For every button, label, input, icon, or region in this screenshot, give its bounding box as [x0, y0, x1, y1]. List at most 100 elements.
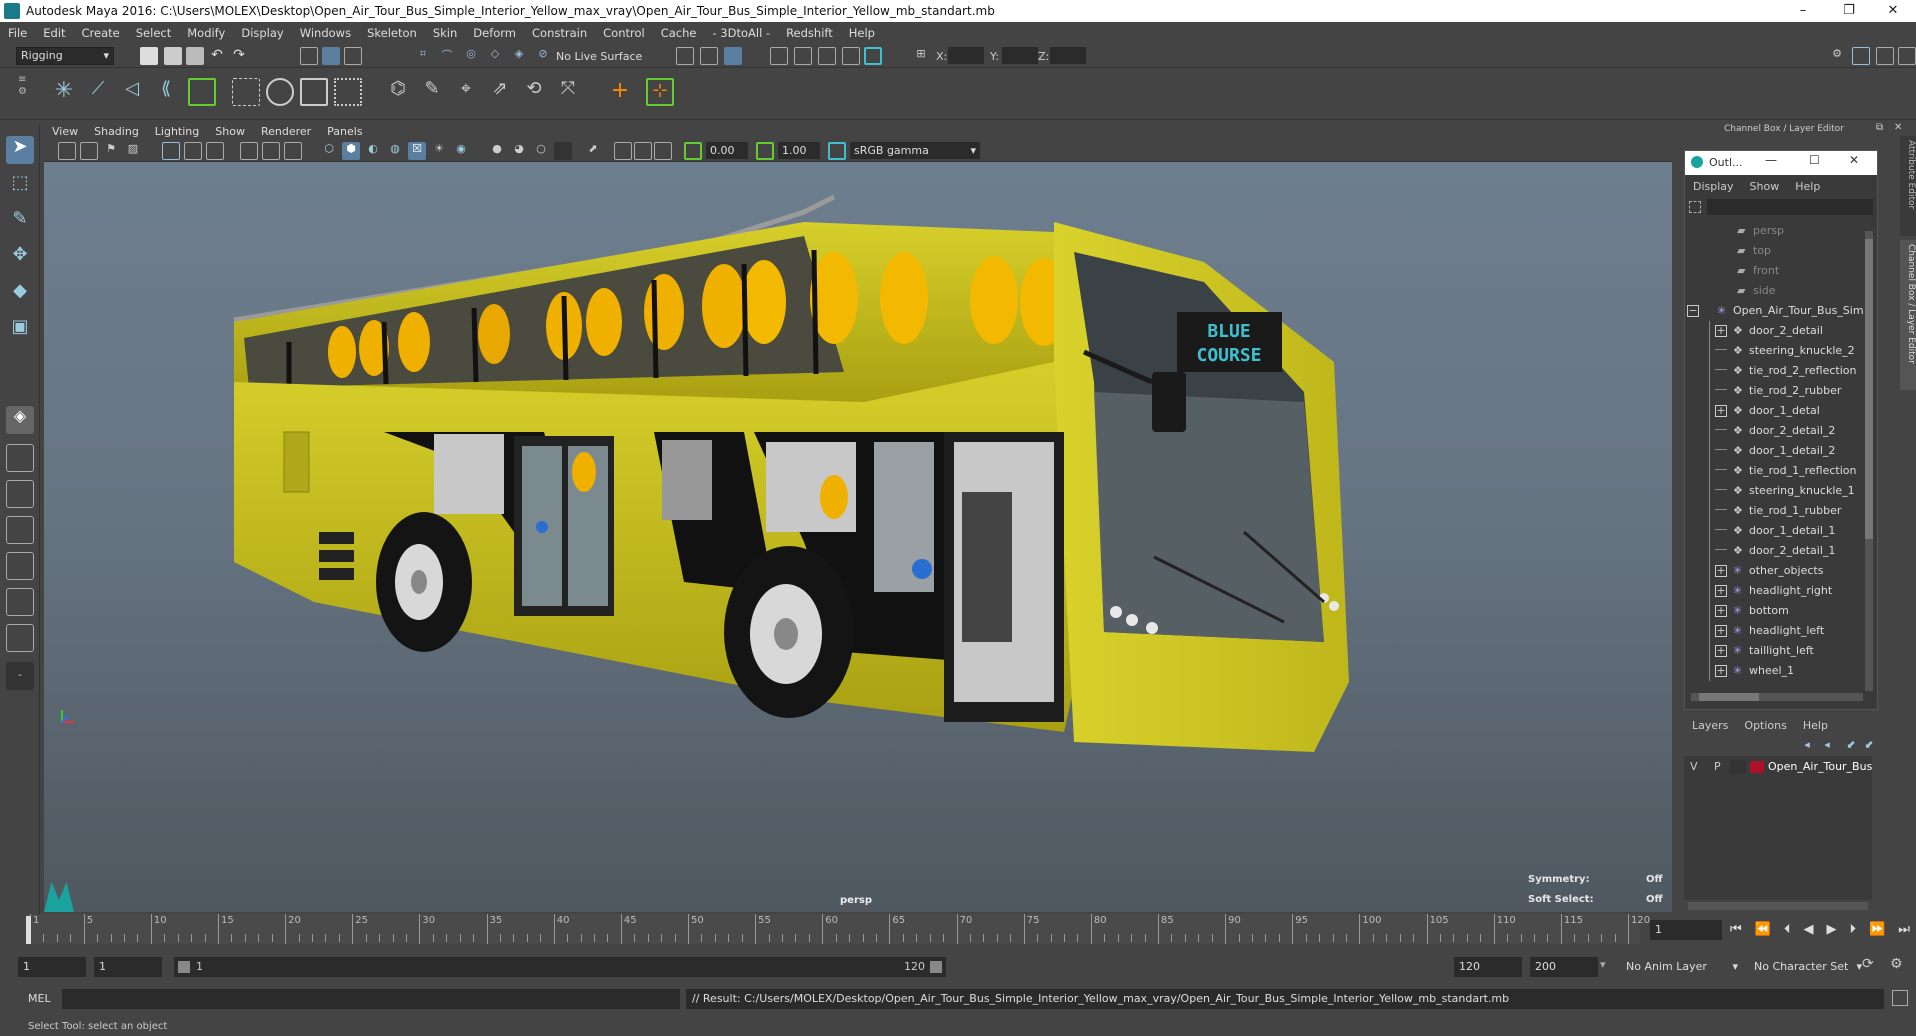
- select-tool-icon[interactable]: ➤: [6, 136, 34, 164]
- outliner-item[interactable]: + ✳ taillight_left: [1685, 641, 1863, 661]
- depth-of-field-icon[interactable]: ○: [532, 142, 550, 160]
- orient-constraint-icon[interactable]: ⟲: [520, 78, 548, 106]
- layer-row[interactable]: V P Open_Air_Tour_Bus_Si: [1684, 758, 1872, 776]
- snap-grid-icon[interactable]: ⌗: [414, 47, 432, 65]
- viewport-menu-view[interactable]: View: [44, 125, 86, 138]
- new-layer-selected-icon[interactable]: ⬋: [1862, 738, 1876, 752]
- outliner-item[interactable]: ❖ steering_knuckle_1: [1685, 481, 1863, 501]
- modeling-toolkit-icon[interactable]: ⚙: [1828, 47, 1846, 65]
- lattice-icon[interactable]: [266, 78, 294, 106]
- smooth-shade-icon[interactable]: ⬢: [342, 142, 360, 160]
- cluster-icon[interactable]: [232, 78, 260, 106]
- auto-key-icon[interactable]: ⟳: [1862, 956, 1874, 972]
- paint-select-icon[interactable]: ✎: [6, 208, 34, 236]
- outliner-item[interactable]: ❖ tie_rod_1_rubber: [1685, 501, 1863, 521]
- step-back-frame-icon[interactable]: ⏴: [1784, 922, 1791, 940]
- outliner-scroll-thumb[interactable]: [1865, 239, 1873, 539]
- chevron-down-icon[interactable]: ▾: [1600, 958, 1606, 971]
- save-scene-icon[interactable]: [186, 47, 204, 65]
- menu-windows[interactable]: Windows: [292, 26, 359, 40]
- current-time-indicator[interactable]: [26, 916, 31, 944]
- render-setup-icon[interactable]: [864, 47, 882, 65]
- play-forward-icon[interactable]: ▶: [1827, 922, 1837, 940]
- channel-box-toggle-icon[interactable]: [1898, 47, 1916, 65]
- layer-type-toggle[interactable]: [1730, 760, 1746, 774]
- rotate-tool-icon[interactable]: ◆: [6, 280, 34, 308]
- ipr-render-icon[interactable]: [794, 47, 812, 65]
- expand-icon[interactable]: +: [1715, 645, 1727, 657]
- custom-layout-icon[interactable]: [6, 624, 34, 652]
- outliner-menu-display[interactable]: Display: [1685, 180, 1742, 193]
- point-constraint-icon[interactable]: ⌖: [452, 78, 480, 106]
- hypershade-layout-icon[interactable]: [6, 552, 34, 580]
- field-chart-icon[interactable]: [262, 142, 280, 160]
- color-management-icon[interactable]: [828, 142, 846, 160]
- move-layer-up-icon[interactable]: ◂: [1800, 738, 1814, 752]
- x-field[interactable]: [948, 47, 984, 64]
- orient-joint-icon[interactable]: [188, 78, 216, 106]
- mode-dropdown[interactable]: Rigging ▾: [16, 47, 114, 65]
- undo-icon[interactable]: ↶: [208, 47, 226, 65]
- step-back-key-icon[interactable]: ⏪: [1755, 922, 1771, 940]
- range-handle-right[interactable]: [930, 961, 942, 973]
- layer-playback-toggle[interactable]: P: [1714, 760, 1721, 773]
- wrap-icon[interactable]: [300, 78, 328, 106]
- viewport-menu-renderer[interactable]: Renderer: [253, 125, 319, 138]
- isolate-select-icon[interactable]: ⬈: [584, 142, 602, 160]
- menu-skeleton[interactable]: Skeleton: [359, 26, 425, 40]
- menu-create[interactable]: Create: [74, 26, 128, 40]
- motion-blur-icon[interactable]: ●: [488, 142, 506, 160]
- snap-point-icon[interactable]: ◎: [462, 47, 480, 65]
- construction-history-icon[interactable]: [700, 47, 718, 65]
- live-surface-label[interactable]: No Live Surface: [556, 50, 642, 63]
- outliner-item[interactable]: ▰ top: [1685, 241, 1863, 261]
- menu-3dtoall[interactable]: - 3DtoAll -: [704, 26, 778, 40]
- joint-tool-icon[interactable]: ✳: [50, 78, 78, 106]
- paint-weights-icon[interactable]: ✎: [418, 78, 446, 106]
- move-tool-icon[interactable]: ✥: [6, 244, 34, 272]
- expand-icon[interactable]: +: [1715, 665, 1727, 677]
- animation-start-field[interactable]: 1: [18, 957, 86, 977]
- safe-action-icon[interactable]: [284, 142, 302, 160]
- screen-space-ao-icon[interactable]: ◉: [452, 142, 470, 160]
- outliner-close-button[interactable]: ✕: [1849, 153, 1859, 167]
- layer-hscrollbar[interactable]: [1688, 902, 1868, 910]
- step-forward-frame-icon[interactable]: ⏵: [1850, 922, 1857, 940]
- menu-cache[interactable]: Cache: [653, 26, 705, 40]
- render-frame-icon[interactable]: [770, 47, 788, 65]
- float-icon[interactable]: ⧉: [1876, 122, 1883, 133]
- timeline-ruler[interactable]: 1 5 10 15 20 25 30 35 40 45 50 55 60 65 70 75 80 85 90 95 10…: [26, 914, 1650, 944]
- use-all-lights-icon[interactable]: ☒: [408, 142, 426, 160]
- outliner-item[interactable]: − ✳ Open_Air_Tour_Bus_Sim: [1685, 301, 1863, 321]
- soft-mod-icon[interactable]: [334, 78, 362, 106]
- render-settings-icon[interactable]: [818, 47, 836, 65]
- exposure-icon[interactable]: [684, 142, 702, 160]
- menu-control[interactable]: Control: [595, 26, 653, 40]
- outliner-hscroll-thumb[interactable]: [1699, 693, 1759, 701]
- outliner-item[interactable]: ▰ persp: [1685, 221, 1863, 241]
- snap-view-icon[interactable]: ◇: [486, 47, 504, 65]
- menu-redshift[interactable]: Redshift: [778, 26, 841, 40]
- exposure-field[interactable]: 0.00: [706, 142, 748, 159]
- collapse-icon[interactable]: −: [1687, 305, 1699, 317]
- menu-file[interactable]: File: [0, 26, 35, 40]
- pole-vector-icon[interactable]: ⊹: [646, 78, 674, 106]
- outliner-item[interactable]: ❖ tie_rod_2_reflection: [1685, 361, 1863, 381]
- menu-skin[interactable]: Skin: [425, 26, 465, 40]
- outliner-item[interactable]: + ✳ headlight_left: [1685, 621, 1863, 641]
- bind-skin-icon[interactable]: ⌬: [384, 78, 412, 106]
- channel-box-tab[interactable]: Channel Box / Layer Editor: [1900, 240, 1916, 390]
- snap-surface-icon[interactable]: ◈: [510, 47, 528, 65]
- open-scene-icon[interactable]: [164, 47, 182, 65]
- playback-end-field[interactable]: 120: [1454, 957, 1522, 977]
- view-transform-dropdown[interactable]: sRGB gamma ▾: [850, 142, 980, 159]
- ik-handle-icon[interactable]: ⟋: [84, 78, 112, 106]
- outliner-menu-show[interactable]: Show: [1742, 180, 1788, 193]
- current-frame-field[interactable]: 1: [1650, 920, 1722, 940]
- attribute-editor-tab[interactable]: Attribute Editor: [1900, 136, 1916, 236]
- film-gate-icon[interactable]: [184, 142, 202, 160]
- minimize-button[interactable]: –: [1780, 0, 1826, 22]
- outliner-item[interactable]: + ✳ bottom: [1685, 601, 1863, 621]
- outliner-item[interactable]: ❖ door_2_detail_2: [1685, 421, 1863, 441]
- outliner-item[interactable]: ❖ door_1_detail_1: [1685, 521, 1863, 541]
